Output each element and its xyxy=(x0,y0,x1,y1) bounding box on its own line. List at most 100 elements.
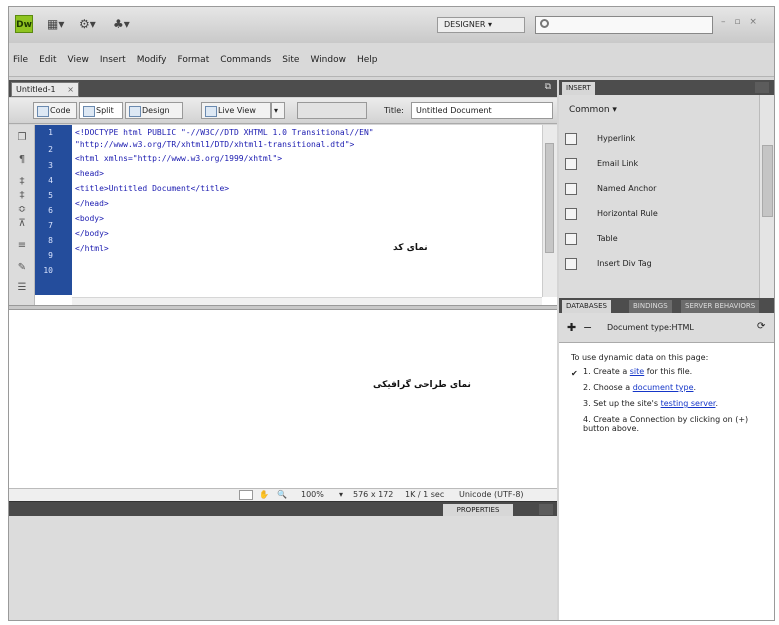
document-type: Document type:HTML xyxy=(607,323,694,332)
step-item: 2. Choose a document type. xyxy=(583,383,768,392)
insert-div-tag[interactable]: Insert Div Tag xyxy=(565,255,760,275)
split-view-button[interactable]: Split xyxy=(79,102,123,119)
line-number-gutter: 1 2 3 4 5 6 7 8 9 10 xyxy=(35,125,72,295)
databases-toolbar: ✚ − Document type:HTML ⟳ xyxy=(559,313,774,343)
step-text: Set up the site's xyxy=(593,399,661,408)
scroll-thumb[interactable] xyxy=(762,145,773,217)
comment-icon[interactable]: ☰ xyxy=(15,283,29,293)
menu-file[interactable]: File xyxy=(13,55,28,65)
insert-item-label: Table xyxy=(597,234,618,243)
document-toolbar: Code Split Design Live View ▾ Title: Unt… xyxy=(9,98,557,124)
panel-menu-icon[interactable] xyxy=(539,504,553,515)
div-icon xyxy=(565,258,577,270)
expand-all-icon[interactable]: ‡ xyxy=(15,191,29,201)
select-parent-icon[interactable]: ≎ xyxy=(15,205,29,215)
insert-item-label: Insert Div Tag xyxy=(597,259,652,268)
site-icon[interactable]: ♣▾ xyxy=(113,17,130,31)
tab-bindings[interactable]: BINDINGS xyxy=(629,300,672,313)
coding-toolbar: ❐ ¶ ‡ ‡ ≎ ⊼ ≡ ✎ ☰ xyxy=(9,125,35,305)
step-text: for this file. xyxy=(644,367,693,376)
menu-commands[interactable]: Commands xyxy=(220,55,271,65)
line-number: 10 xyxy=(43,266,53,275)
code-view[interactable]: ❐ ¶ ‡ ‡ ≎ ⊼ ≡ ✎ ☰ 1 2 3 4 5 6 7 8 9 10 <… xyxy=(9,125,557,305)
menu-edit[interactable]: Edit xyxy=(39,55,56,65)
code-line: </head> xyxy=(75,199,109,208)
design-view-label: Design xyxy=(142,106,170,115)
rule-icon xyxy=(565,208,577,220)
insert-hyperlink[interactable]: Hyperlink xyxy=(565,130,760,150)
restore-icon[interactable]: ⧉ xyxy=(545,82,551,92)
menu-site[interactable]: Site xyxy=(282,55,299,65)
panel-menu-icon[interactable] xyxy=(755,82,769,93)
databases-intro: To use dynamic data on this page: xyxy=(571,353,709,362)
menu-view[interactable]: View xyxy=(68,55,89,65)
tab-databases[interactable]: DATABASES xyxy=(562,300,611,313)
menu-modify[interactable]: Modify xyxy=(137,55,167,65)
design-icon xyxy=(129,106,141,117)
menu-window[interactable]: Window xyxy=(310,55,346,65)
design-view-button[interactable]: Design xyxy=(125,102,183,119)
inspect-button[interactable] xyxy=(297,102,367,119)
code-scroll-thumb[interactable] xyxy=(545,143,554,253)
menu-format[interactable]: Format xyxy=(178,55,210,65)
code-horizontal-scrollbar[interactable] xyxy=(72,297,542,305)
document-type-link[interactable]: document type xyxy=(633,383,694,392)
menu-insert[interactable]: Insert xyxy=(100,55,126,65)
step-item: 1. Create a site for this file. xyxy=(583,367,768,376)
line-numbers-icon[interactable]: ≡ xyxy=(15,241,29,251)
minus-icon[interactable]: − xyxy=(583,321,592,334)
refresh-icon[interactable]: ⟳ xyxy=(757,321,765,332)
live-view-button[interactable]: Live View xyxy=(201,102,271,119)
tab-insert[interactable]: INSERT xyxy=(562,82,595,95)
line-number: 9 xyxy=(48,251,53,260)
code-view-button[interactable]: Code xyxy=(33,102,77,119)
insert-item-label: Named Anchor xyxy=(597,184,657,193)
insert-horizontal-rule[interactable]: Horizontal Rule xyxy=(565,205,760,225)
live-view-dropdown[interactable]: ▾ xyxy=(271,102,285,119)
site-link[interactable]: site xyxy=(630,367,644,376)
collapse-selection-icon[interactable]: ‡ xyxy=(15,177,29,187)
properties-tab-bar: PROPERTIES xyxy=(9,501,557,516)
select-tool-icon[interactable] xyxy=(239,490,253,500)
design-view[interactable]: نمای طراحی گرافیکی xyxy=(9,310,557,488)
insert-panel-scrollbar[interactable] xyxy=(759,95,774,298)
step-item: 3. Set up the site's testing server. xyxy=(583,399,768,408)
plus-icon[interactable]: ✚ xyxy=(567,321,576,334)
step-number: 4. xyxy=(583,415,591,424)
workspace-switcher[interactable]: DESIGNER ▾ xyxy=(437,17,525,33)
tab-properties[interactable]: PROPERTIES xyxy=(443,504,513,516)
open-documents-icon[interactable]: ❐ xyxy=(15,133,29,143)
zoom-dropdown-icon[interactable]: ▾ xyxy=(339,490,343,499)
title-input[interactable]: Untitled Document xyxy=(411,102,553,119)
search-input[interactable] xyxy=(535,16,713,34)
close-icon[interactable]: × xyxy=(67,83,74,96)
search-icon xyxy=(540,19,549,28)
insert-category-select[interactable]: Common ▾ xyxy=(569,105,617,115)
tab-untitled-1[interactable]: Untitled-1 × xyxy=(11,82,79,97)
zoom-level[interactable]: 100% xyxy=(301,490,324,499)
window-size[interactable]: 576 x 172 xyxy=(353,490,393,499)
balance-braces-icon[interactable]: ⊼ xyxy=(15,219,29,229)
insert-email-link[interactable]: Email Link xyxy=(565,155,760,175)
menu-help[interactable]: Help xyxy=(357,55,378,65)
code-icon xyxy=(37,106,49,117)
hand-tool-icon[interactable]: ✋ xyxy=(259,490,271,500)
highlight-invalid-icon[interactable]: ✎ xyxy=(15,263,29,273)
extend-icon[interactable]: ⚙▾ xyxy=(79,17,96,31)
zoom-tool-icon[interactable]: 🔍 xyxy=(277,490,289,500)
insert-table[interactable]: Table xyxy=(565,230,760,250)
testing-server-link[interactable]: testing server xyxy=(661,399,716,408)
tab-label: Untitled-1 xyxy=(16,85,56,94)
tab-server-behaviors[interactable]: SERVER BEHAVIORS xyxy=(681,300,760,313)
step-text: Choose a xyxy=(593,383,633,392)
layout-icon[interactable]: ▦▾ xyxy=(47,17,64,31)
code-line: <html xmlns="http://www.w3.org/1999/xhtm… xyxy=(75,154,283,163)
insert-item-label: Hyperlink xyxy=(597,134,636,143)
step-number: 3. xyxy=(583,399,591,408)
collapse-tag-icon[interactable]: ¶ xyxy=(15,155,29,165)
properties-panel xyxy=(9,516,557,620)
status-bar: ✋ 🔍 100% ▾ 576 x 172 1K / 1 sec Unicode … xyxy=(9,488,557,501)
document-tab-bar: Untitled-1 × ⧉ xyxy=(9,80,557,97)
window-controls[interactable]: – ▫ × xyxy=(721,17,760,27)
insert-named-anchor[interactable]: Named Anchor xyxy=(565,180,760,200)
